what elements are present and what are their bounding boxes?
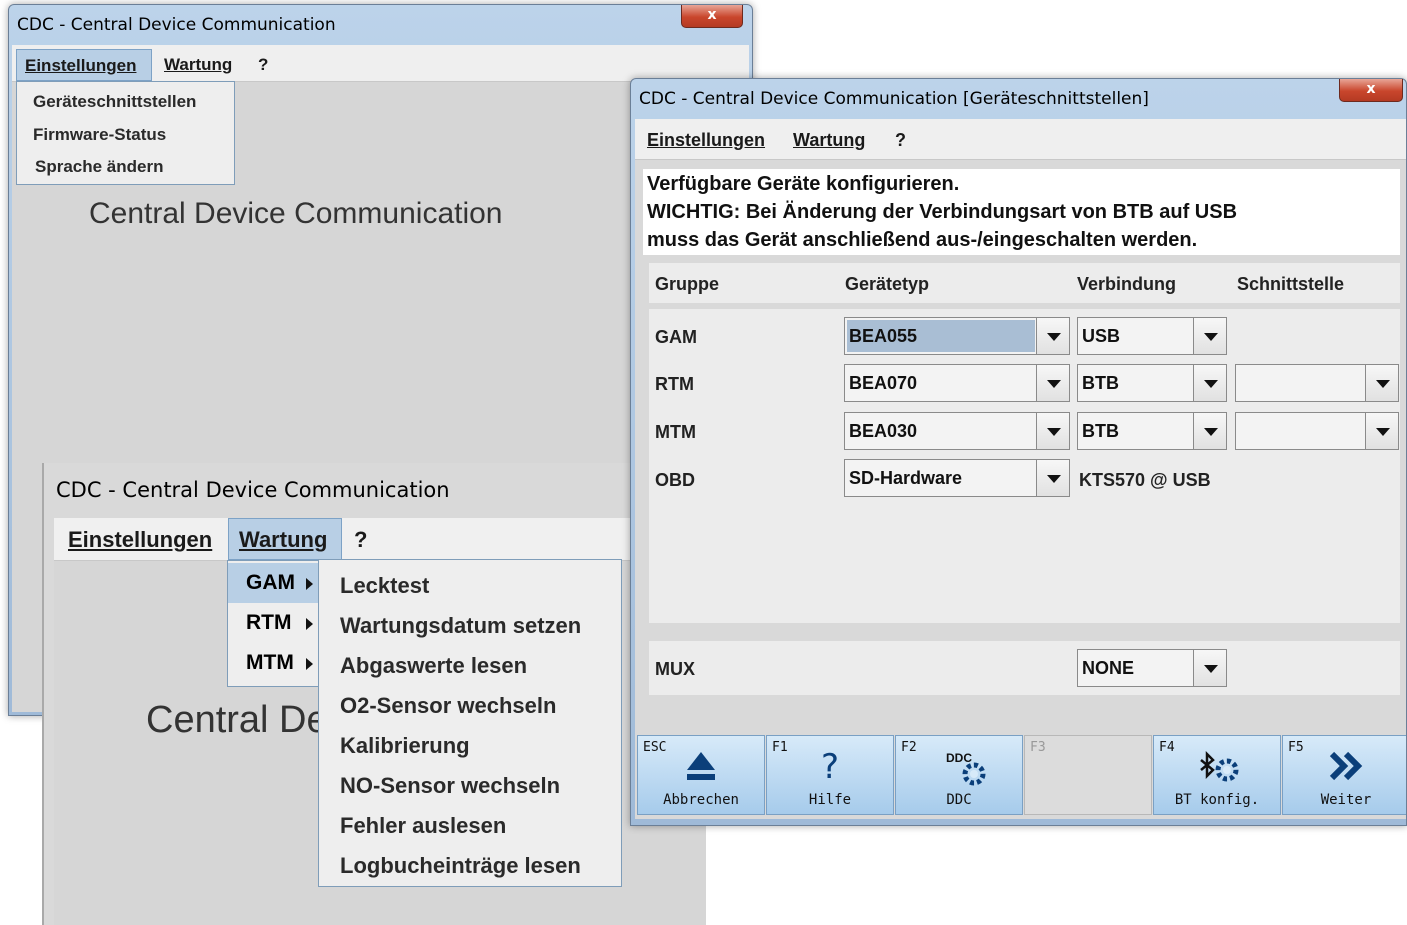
f3-button[interactable]: F3	[1024, 735, 1152, 815]
gam-item-fehler[interactable]: Fehler auslesen	[340, 813, 621, 839]
mtm-connection-select[interactable]: BTB	[1077, 412, 1227, 450]
function-key-bar: ESC Abbrechen F1 ? Hilfe F2 DDC DDC F3 F…	[635, 735, 1406, 815]
gam-item-no-sensor[interactable]: NO-Sensor wechseln	[340, 773, 621, 799]
menu-help[interactable]: ?	[258, 55, 268, 75]
rtm-interface-select[interactable]	[1235, 364, 1399, 402]
instruction-line-1: Verfügbare Geräte konfigurieren.	[647, 173, 960, 195]
weiter-button[interactable]: F5 Weiter	[1282, 735, 1406, 815]
menu-help[interactable]: ?	[895, 130, 906, 151]
obd-device-select[interactable]: SD-Hardware	[844, 459, 1070, 497]
hilfe-button[interactable]: F1 ? Hilfe	[766, 735, 894, 815]
menu-einstellungen[interactable]: Einstellungen	[16, 49, 152, 81]
window-config-client: Einstellungen Wartung ? Verfügbare Gerät…	[635, 119, 1406, 819]
col-geraetetyp: Gerätetyp	[845, 274, 930, 294]
window-main-title: CDC - Central Device Communication	[17, 15, 336, 35]
gam-item-abgaswerte[interactable]: Abgaswerte lesen	[340, 653, 621, 679]
menu-help[interactable]: ?	[354, 527, 367, 553]
instruction-line-3: muss das Gerät anschließend aus-/eingesc…	[647, 229, 1198, 251]
ddc-gear-icon: DDC	[896, 748, 1022, 788]
row-label-obd: OBD	[655, 470, 695, 490]
main-heading: Central Device Communication	[89, 197, 503, 230]
forward-icon	[1283, 748, 1406, 788]
dropdown-arrow-icon	[1193, 365, 1226, 401]
window-maintenance: CDC - Central Device Communication Einst…	[42, 463, 706, 925]
close-icon: x	[707, 7, 717, 23]
dropdown-arrow-icon	[1036, 318, 1069, 354]
einstellungen-dropdown: Geräteschnittstellen Firmware-Status Spr…	[16, 81, 235, 185]
dropdown-arrow-icon	[1193, 650, 1226, 686]
wartung-item-gam[interactable]: GAM	[228, 563, 320, 603]
rtm-connection-select[interactable]: BTB	[1077, 364, 1227, 402]
config-menubar: Einstellungen Wartung ?	[635, 119, 1406, 160]
submenu-arrow-icon	[306, 618, 313, 630]
menu-einstellungen[interactable]: Einstellungen	[647, 130, 765, 151]
mtm-interface-select[interactable]	[1235, 412, 1399, 450]
menu-wartung[interactable]: Wartung	[228, 518, 342, 560]
abbrechen-button[interactable]: ESC Abbrechen	[637, 735, 765, 815]
dropdown-arrow-icon	[1036, 365, 1069, 401]
gam-submenu: Lecktest Wartungsdatum setzen Abgaswerte…	[318, 559, 622, 887]
gam-item-wartungsdatum[interactable]: Wartungsdatum setzen	[340, 613, 621, 639]
close-button[interactable]: x	[1339, 79, 1403, 102]
menu-item-geraeteschnittstellen[interactable]: Geräteschnittstellen	[17, 92, 234, 112]
window-config-titlebar: CDC - Central Device Communication [Gerä…	[631, 79, 1406, 119]
submenu-arrow-icon	[306, 578, 313, 590]
wartung-dropdown: GAM RTM MTM	[227, 560, 321, 687]
gam-item-logbuch[interactable]: Logbucheinträge lesen	[340, 853, 621, 879]
bluetooth-gear-icon	[1154, 748, 1280, 788]
wartung-item-mtm[interactable]: MTM	[228, 645, 320, 683]
gam-device-select[interactable]: BEA055	[844, 317, 1070, 355]
gam-connection-select[interactable]: USB	[1077, 317, 1227, 355]
row-label-gam: GAM	[655, 327, 697, 347]
maintenance-heading: Central De	[146, 699, 328, 741]
gam-item-lecktest[interactable]: Lecktest	[340, 573, 621, 599]
obd-connection-text: KTS570 @ USB	[1079, 470, 1211, 490]
device-table: GAM BEA055 USB RTM BEA070 BTB MTM BEA030…	[649, 309, 1400, 623]
dropdown-arrow-icon	[1365, 413, 1398, 449]
col-verbindung: Verbindung	[1077, 274, 1176, 294]
menu-item-firmware-status[interactable]: Firmware-Status	[17, 125, 234, 145]
submenu-arrow-icon	[306, 658, 313, 670]
svg-text:DDC: DDC	[946, 751, 972, 765]
eject-icon	[638, 748, 764, 788]
menu-wartung[interactable]: Wartung	[164, 55, 232, 75]
row-label-rtm: RTM	[655, 374, 694, 394]
wartung-item-rtm[interactable]: RTM	[228, 605, 320, 643]
close-icon: x	[1366, 81, 1376, 97]
dropdown-arrow-icon	[1193, 318, 1226, 354]
mux-row: MUX NONE	[649, 641, 1400, 695]
dropdown-arrow-icon	[1036, 460, 1069, 496]
window-maintenance-title: CDC - Central Device Communication	[56, 478, 450, 502]
window-maintenance-titlebar: CDC - Central Device Communication	[44, 463, 706, 518]
ddc-button[interactable]: F2 DDC DDC	[895, 735, 1023, 815]
menu-einstellungen[interactable]: Einstellungen	[68, 527, 212, 553]
close-button[interactable]: x	[681, 5, 743, 28]
mux-select[interactable]: NONE	[1077, 649, 1227, 687]
help-icon: ?	[820, 747, 840, 787]
column-header-row: Gruppe Gerätetyp Verbindung Schnittstell…	[649, 263, 1400, 303]
col-gruppe: Gruppe	[655, 274, 720, 294]
dropdown-arrow-icon	[1193, 413, 1226, 449]
bt-konfig-button[interactable]: F4 BT konfig.	[1153, 735, 1281, 815]
gam-item-o2-sensor[interactable]: O2-Sensor wechseln	[340, 693, 621, 719]
maintenance-menubar: Einstellungen Wartung ?	[54, 518, 706, 561]
window-config: CDC - Central Device Communication [Gerä…	[630, 78, 1407, 826]
rtm-device-select[interactable]: BEA070	[844, 364, 1070, 402]
row-label-mtm: MTM	[655, 422, 696, 442]
row-label-mux: MUX	[655, 659, 695, 679]
window-config-title: CDC - Central Device Communication [Gerä…	[639, 89, 1149, 109]
col-schnittstelle: Schnittstelle	[1237, 274, 1345, 294]
mtm-device-select[interactable]: BEA030	[844, 412, 1070, 450]
config-instructions: Verfügbare Geräte konfigurieren. WICHTIG…	[643, 169, 1400, 255]
instruction-line-2: WICHTIG: Bei Änderung der Verbindungsart…	[647, 201, 1238, 223]
menu-wartung[interactable]: Wartung	[793, 130, 865, 151]
dropdown-arrow-icon	[1365, 365, 1398, 401]
dropdown-arrow-icon	[1036, 413, 1069, 449]
window-main-titlebar: CDC - Central Device Communication	[9, 5, 752, 45]
menu-item-sprache-aendern[interactable]: Sprache ändern	[17, 157, 234, 177]
menubar: Einstellungen Wartung ?	[12, 45, 749, 82]
gam-item-kalibrierung[interactable]: Kalibrierung	[340, 733, 621, 759]
